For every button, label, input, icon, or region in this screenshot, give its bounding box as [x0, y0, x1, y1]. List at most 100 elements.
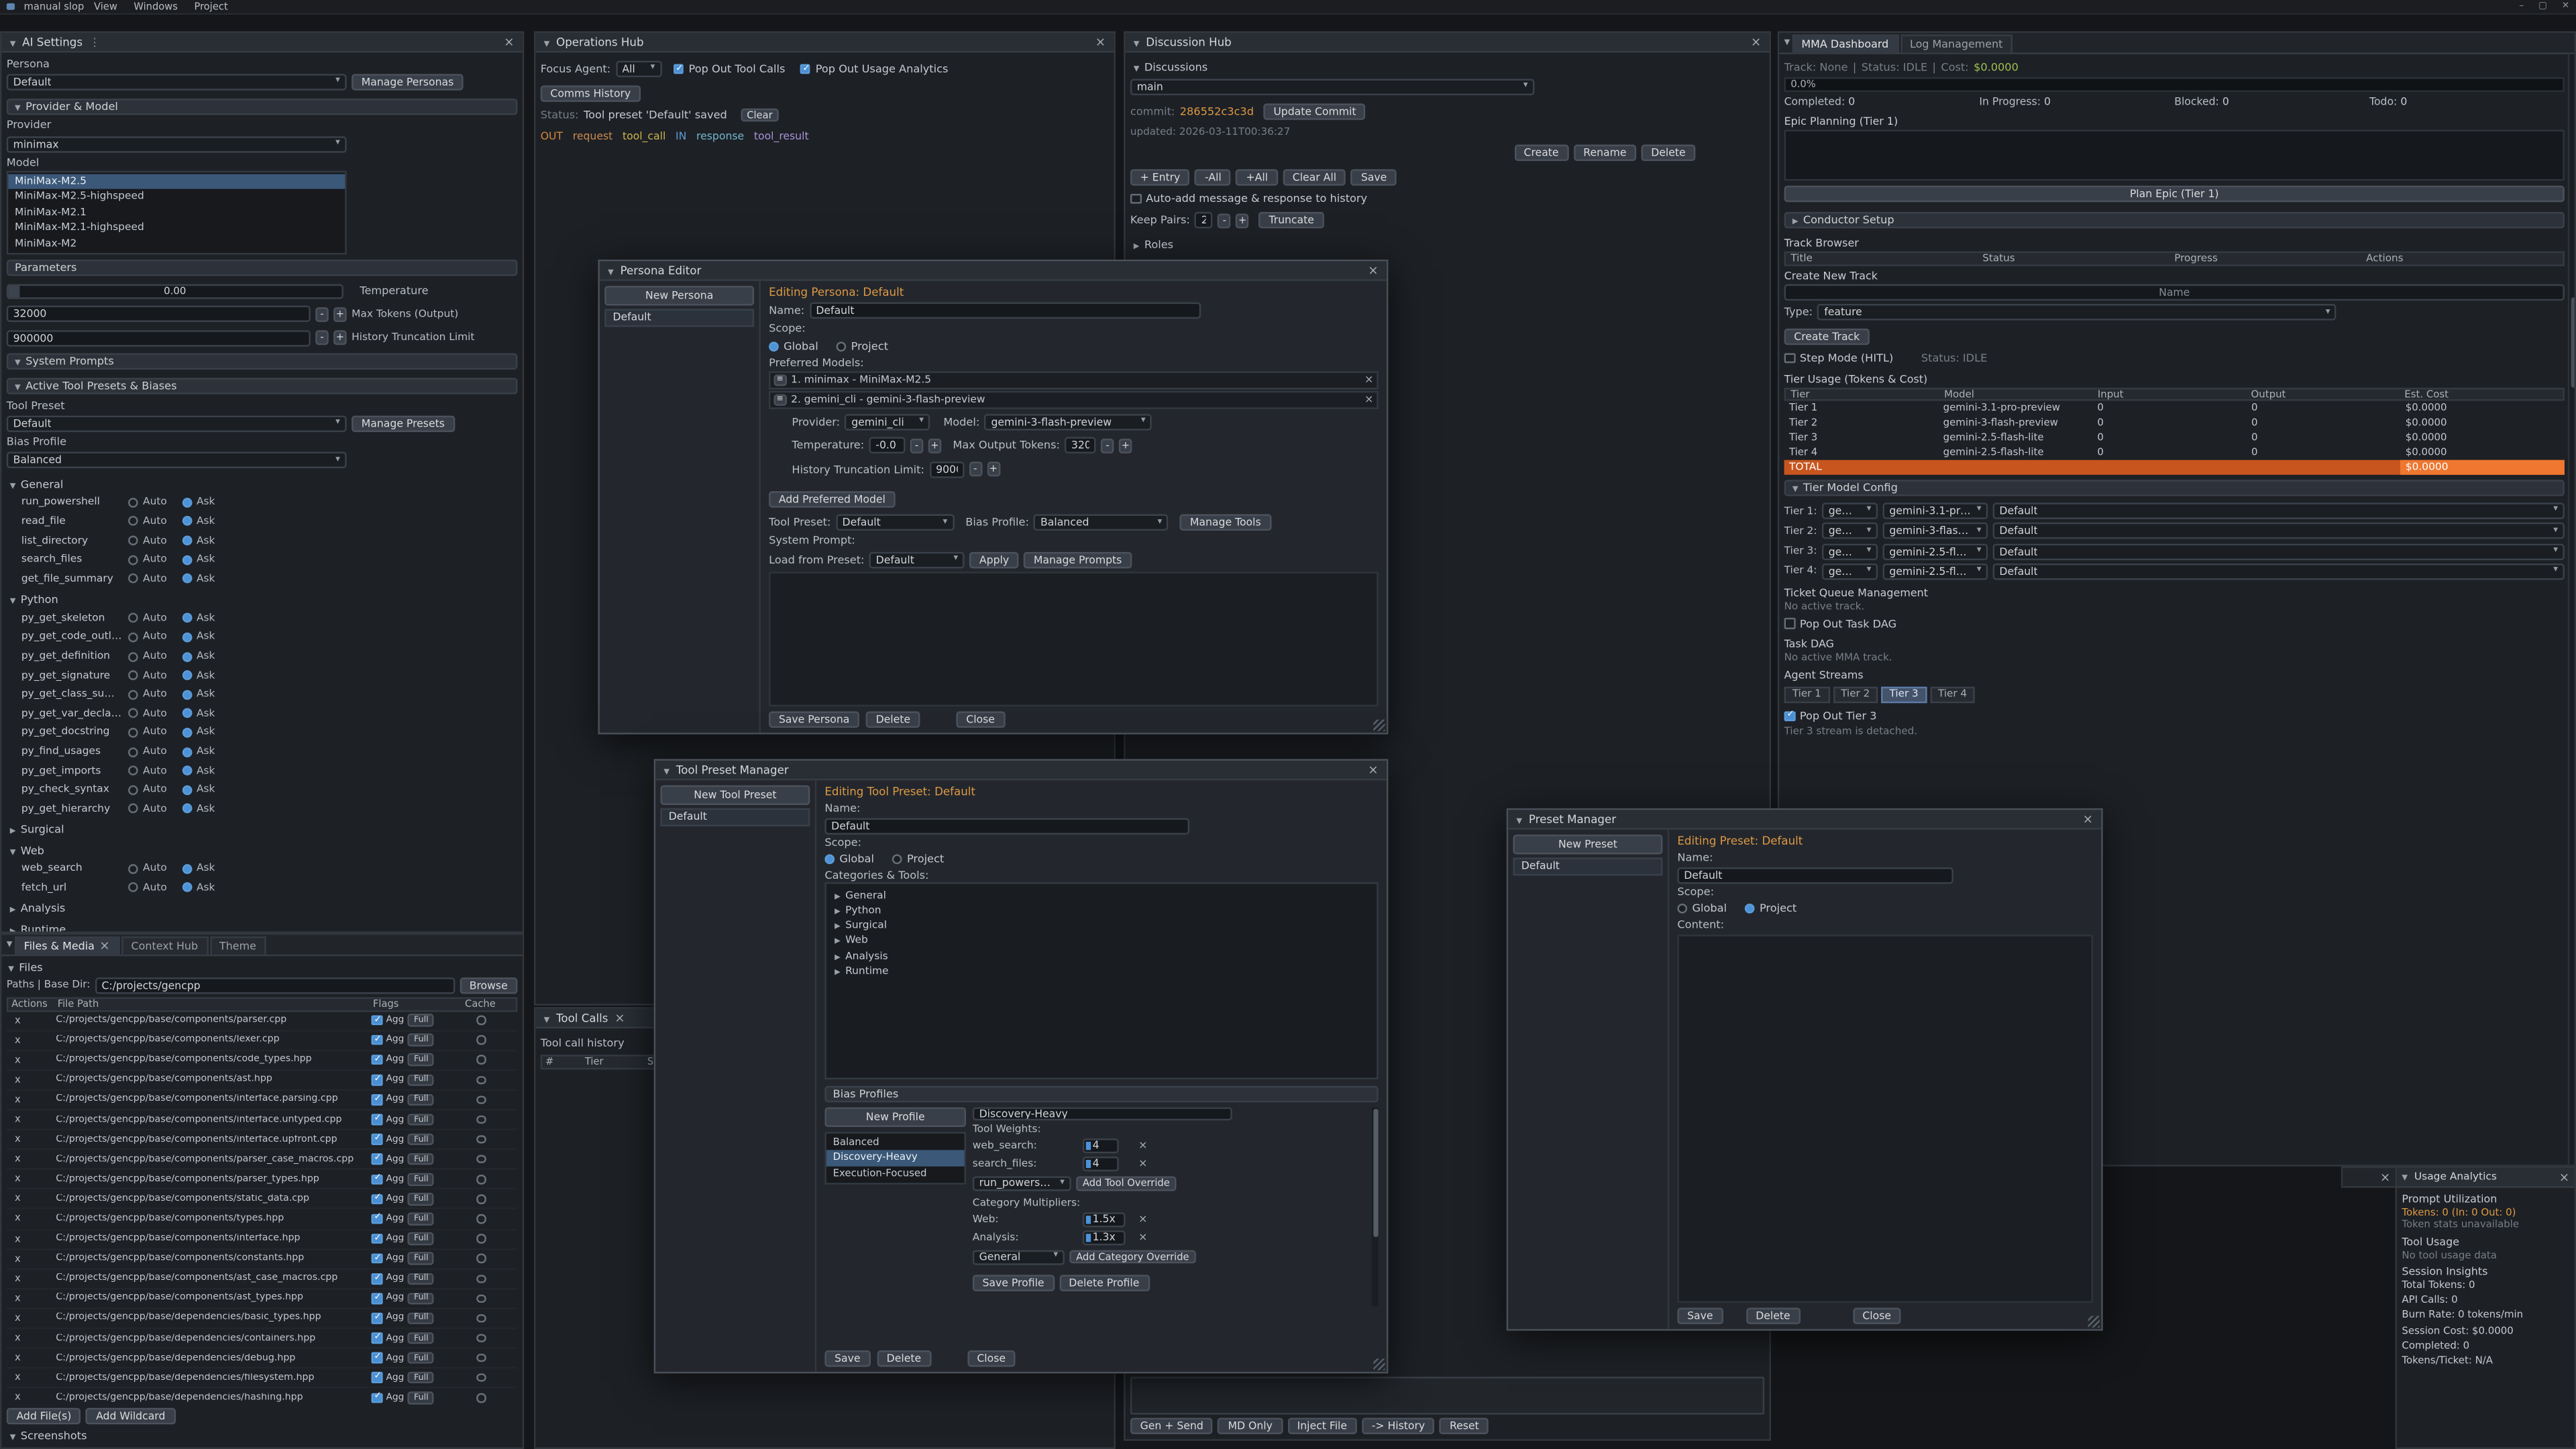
increment-button[interactable]: + [928, 438, 942, 453]
step-mode-checkbox[interactable] [1784, 353, 1795, 364]
full-button[interactable]: Full [408, 1391, 434, 1403]
model-option[interactable]: MiniMax-M2.1 [8, 205, 345, 220]
menu-item[interactable]: Project [194, 1, 227, 12]
close-icon[interactable] [1368, 264, 1378, 276]
discussions-section-header[interactable]: Discussions [1130, 58, 1764, 76]
ask-radio[interactable] [182, 785, 192, 795]
table-row[interactable]: x C:/projects/gencpp/base/components/int… [7, 1110, 518, 1130]
tool-preset-select[interactable]: Default [7, 416, 347, 432]
dialog-button[interactable]: Save Persona [769, 711, 859, 727]
agg-checkbox[interactable] [371, 1015, 382, 1026]
remove-file-button[interactable]: x [10, 1055, 56, 1066]
stream-tab[interactable]: Tier 2 [1833, 686, 1878, 702]
agg-checkbox[interactable] [371, 1234, 382, 1244]
tier-model-select[interactable]: gemini-3.1-pro-preview [1883, 503, 1988, 519]
tool-group-analysis[interactable]: Analysis [7, 900, 518, 918]
dialog-button[interactable]: Close [957, 711, 1005, 727]
dialog-button[interactable]: Close [1853, 1307, 1901, 1324]
agg-checkbox[interactable] [371, 1094, 382, 1105]
full-button[interactable]: Full [408, 1014, 434, 1026]
new-preset-button[interactable]: New Preset [1513, 835, 1663, 854]
full-button[interactable]: Full [408, 1213, 434, 1225]
full-button[interactable]: Full [408, 1273, 434, 1285]
collapse-icon[interactable] [608, 264, 614, 277]
auto-radio[interactable] [128, 864, 138, 874]
category-override-select[interactable]: General [973, 1250, 1065, 1265]
auto-radio[interactable] [128, 728, 138, 738]
remove-file-button[interactable]: x [10, 1392, 56, 1403]
agg-checkbox[interactable] [371, 1075, 382, 1085]
full-button[interactable]: Full [408, 1352, 434, 1364]
table-row[interactable]: x C:/projects/gencpp/base/components/typ… [7, 1210, 518, 1230]
full-button[interactable]: Full [408, 1233, 434, 1245]
resize-grip[interactable] [1373, 720, 1385, 731]
composer-button[interactable]: Reset [1440, 1417, 1489, 1434]
remove-file-button[interactable]: x [10, 1253, 56, 1265]
close-icon[interactable] [99, 940, 109, 952]
collapse-icon[interactable] [544, 1011, 550, 1024]
collapse-icon[interactable] [2402, 1171, 2408, 1183]
collapse-icon[interactable] [1516, 812, 1522, 826]
remove-file-button[interactable]: x [10, 1233, 56, 1244]
table-row[interactable]: x C:/projects/gencpp/base/dependencies/f… [7, 1368, 518, 1389]
close-icon[interactable] [504, 36, 514, 48]
full-button[interactable]: Full [408, 1193, 434, 1205]
remove-model-icon[interactable] [1364, 374, 1373, 385]
remove-weight-icon[interactable] [1138, 1158, 1147, 1169]
discussion-manage-button[interactable]: Rename [1574, 145, 1637, 161]
ask-radio[interactable] [182, 555, 192, 565]
increment-button[interactable]: + [1236, 213, 1249, 228]
table-row[interactable]: x C:/projects/gencpp/base/components/par… [7, 1150, 518, 1171]
remove-model-icon[interactable] [1364, 394, 1373, 405]
table-row[interactable]: x C:/projects/gencpp/base/components/ast… [7, 1071, 518, 1091]
tab-log-management[interactable]: Log Management [1900, 34, 2012, 52]
remove-weight-icon[interactable] [1138, 1140, 1147, 1151]
multiplier-input[interactable]: 1.5x [1083, 1212, 1126, 1227]
agg-checkbox[interactable] [371, 1214, 382, 1224]
remove-file-button[interactable]: x [10, 1293, 56, 1304]
category-tree-item[interactable]: Surgical [830, 918, 1374, 934]
scope-project-radio[interactable] [837, 341, 847, 351]
close-icon[interactable] [1095, 36, 1106, 48]
preset-name-input[interactable] [1677, 867, 1953, 883]
new-tool-preset-button[interactable]: New Tool Preset [660, 786, 810, 805]
table-row[interactable]: x C:/projects/gencpp/base/components/sta… [7, 1190, 518, 1210]
bias-profile-item[interactable]: Discovery-Heavy [826, 1150, 965, 1166]
history-limit-input[interactable] [929, 461, 963, 477]
manage-tools-button[interactable]: Manage Tools [1180, 515, 1271, 531]
tool-group-python[interactable]: Python [7, 591, 518, 609]
provider-select[interactable]: gemini_cli [845, 414, 930, 430]
focus-agent-select[interactable]: All [616, 61, 662, 77]
menu-item[interactable]: Windows [133, 1, 178, 12]
remove-file-button[interactable]: x [10, 1134, 56, 1145]
remove-file-button[interactable]: x [10, 1154, 56, 1165]
auto-radio[interactable] [128, 804, 138, 814]
full-button[interactable]: Full [408, 1114, 434, 1126]
delete-profile-button[interactable]: Delete Profile [1059, 1275, 1149, 1291]
load-preset-select[interactable]: Default [869, 551, 965, 568]
auto-radio[interactable] [128, 633, 138, 643]
tab-mma-dashboard[interactable]: MMA Dashboard [1792, 34, 1898, 52]
manage-prompts-button[interactable]: Manage Prompts [1024, 551, 1132, 568]
max-tokens-input[interactable] [7, 306, 311, 322]
resize-grip[interactable] [2088, 1316, 2100, 1328]
ask-radio[interactable] [182, 670, 192, 680]
table-row[interactable]: x C:/projects/gencpp/base/components/par… [7, 1011, 518, 1031]
tab-files-media[interactable]: Files & Media [14, 936, 119, 955]
system-prompt-input[interactable] [769, 572, 1379, 706]
history-limit-input[interactable] [7, 329, 311, 345]
composer-button[interactable]: -> History [1362, 1417, 1435, 1434]
dialog-button[interactable]: Delete [877, 1350, 931, 1366]
auto-radio[interactable] [128, 517, 138, 527]
agg-checkbox[interactable] [371, 1293, 382, 1304]
model-option[interactable]: MiniMax-M2 [8, 235, 345, 251]
full-button[interactable]: Full [408, 1093, 434, 1106]
ask-radio[interactable] [182, 651, 192, 661]
remove-multiplier-icon[interactable] [1138, 1232, 1147, 1242]
drag-handle[interactable]: ≡ [773, 374, 786, 386]
remove-multiplier-icon[interactable] [1138, 1214, 1147, 1225]
remove-file-button[interactable]: x [10, 1014, 56, 1026]
pop-out-usage-checkbox[interactable] [800, 64, 811, 74]
dialog-button[interactable]: Save [824, 1350, 870, 1366]
agg-checkbox[interactable] [371, 1253, 382, 1264]
